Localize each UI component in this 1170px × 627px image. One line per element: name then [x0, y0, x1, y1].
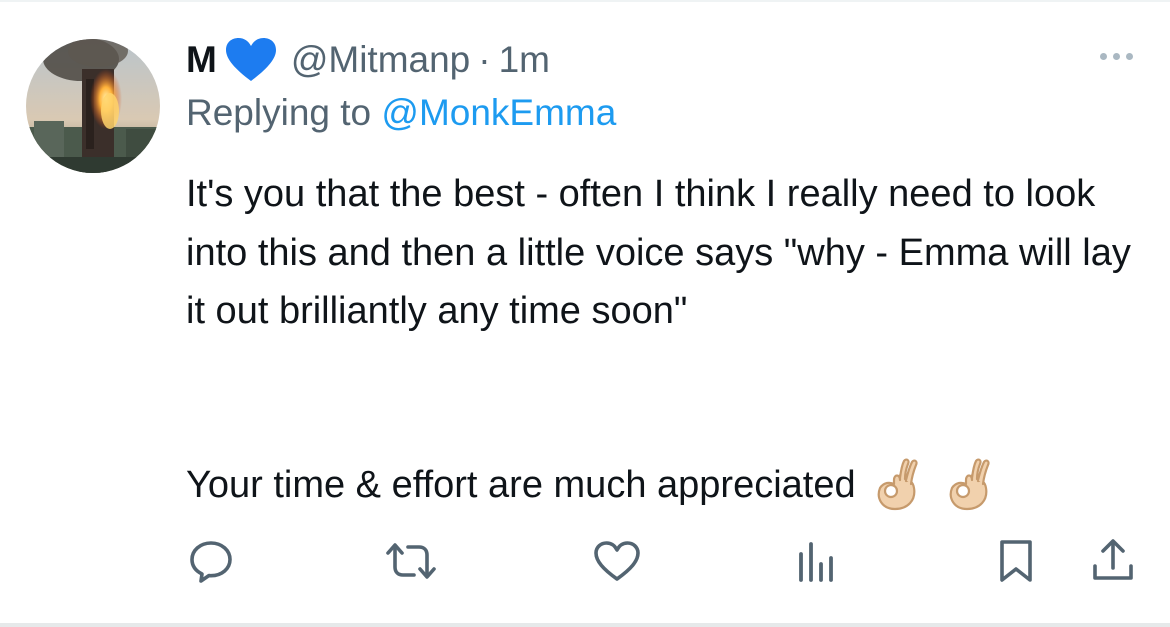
share-icon[interactable] — [1090, 536, 1136, 586]
bookmark-icon[interactable] — [996, 536, 1036, 586]
tweet-text: It's you that the best - often I think I… — [186, 165, 1146, 341]
timestamp[interactable]: 1m — [499, 39, 550, 81]
tweet-text-paragraph-1: It's you that the best - often I think I… — [186, 173, 1131, 333]
replying-to-label: Replying to — [186, 92, 382, 133]
bottom-divider — [0, 623, 1170, 627]
avatar[interactable] — [26, 39, 160, 173]
reply-icon[interactable] — [186, 536, 236, 586]
tweet-action-bar — [0, 536, 1170, 586]
display-name[interactable]: M — [186, 39, 217, 81]
top-divider — [0, 0, 1170, 2]
tweet-text-paragraph-2-row: Your time & effort are much appreciated — [186, 456, 992, 514]
like-icon[interactable] — [592, 536, 642, 586]
retweet-icon[interactable] — [384, 536, 438, 586]
separator-dot: · — [478, 39, 491, 80]
blue-heart-icon — [225, 37, 277, 83]
replying-to-line: Replying to @MonkEmma — [186, 92, 616, 134]
avatar-image — [26, 39, 160, 173]
more-options-icon[interactable] — [1092, 44, 1140, 68]
ok-hand-emoji — [870, 458, 920, 512]
user-handle[interactable]: @Mitmanp — [291, 39, 470, 81]
ok-hand-emoji — [942, 458, 992, 512]
replying-to-handle[interactable]: @MonkEmma — [381, 92, 616, 133]
tweet-text-paragraph-2: Your time & effort are much appreciated — [186, 464, 856, 506]
tweet-header: M @Mitmanp · 1m — [186, 34, 550, 86]
views-icon[interactable] — [796, 536, 836, 586]
